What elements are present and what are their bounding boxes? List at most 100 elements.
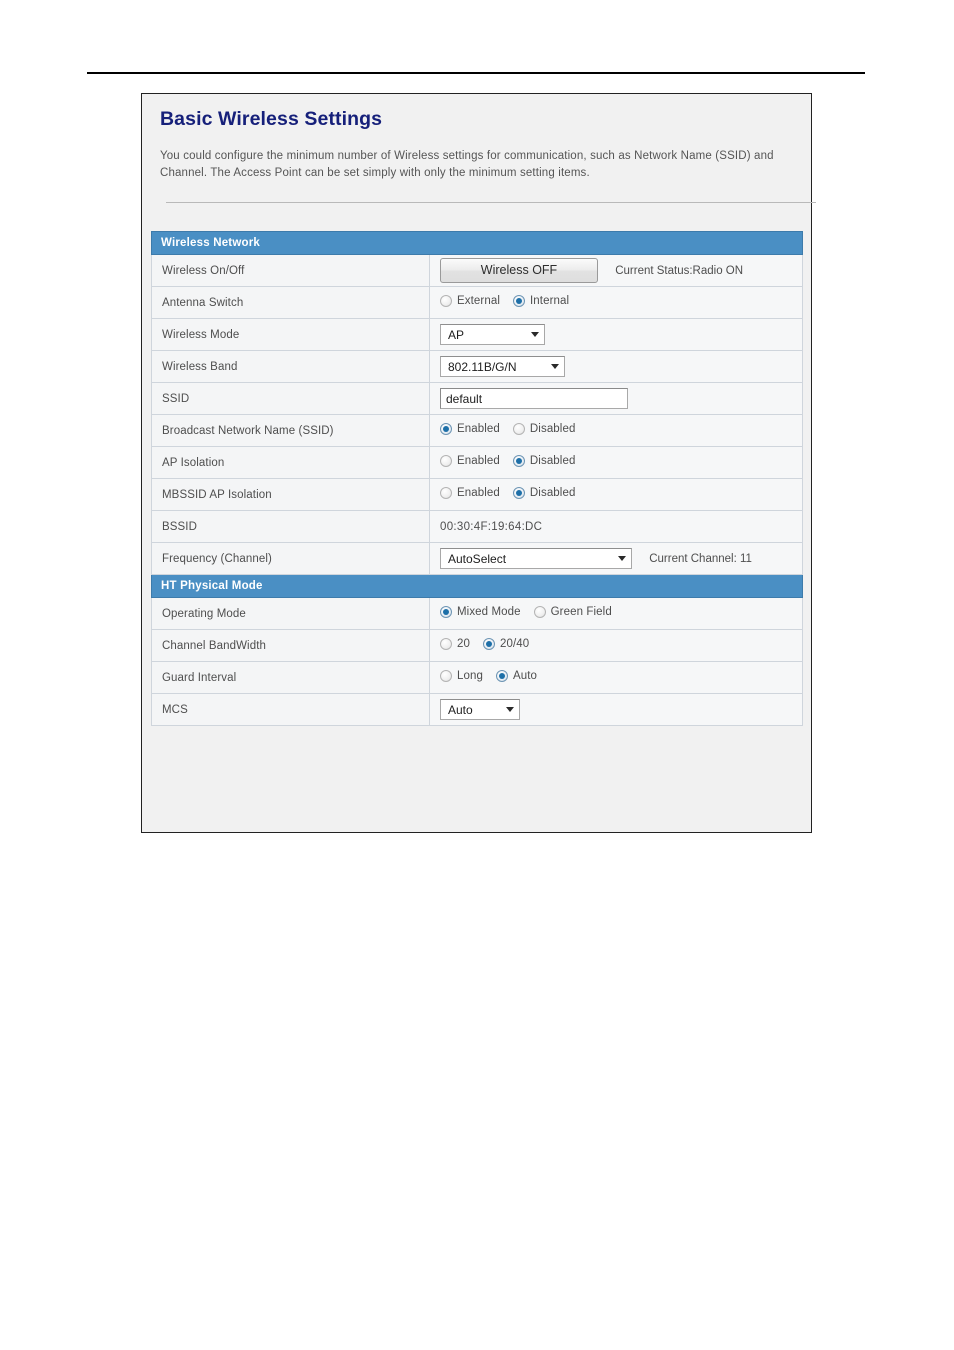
value-ssid: default: [429, 382, 803, 416]
header-divider: [166, 202, 816, 204]
value-channel-bandwidth: 20 20/40: [429, 629, 803, 663]
radio-icon-disabled[interactable]: [512, 455, 525, 468]
chevron-down-icon: [531, 332, 539, 338]
antenna-switch-label-external: External: [457, 295, 500, 308]
row-wireless-mode: Wireless Mode AP: [151, 318, 803, 352]
label-frequency-channel: Frequency (Channel): [151, 542, 430, 576]
radio-icon-external[interactable]: [440, 295, 452, 308]
antenna-switch-label-internal: Internal: [530, 295, 570, 308]
section-title-ht-physical-mode: HT Physical Mode: [151, 574, 803, 599]
channel-bandwidth-label-20: 20: [457, 638, 470, 651]
panel-header: Basic Wireless Settings You could config…: [142, 94, 816, 204]
radio-icon-internal[interactable]: [513, 295, 525, 308]
value-wireless-mode: AP: [429, 318, 803, 352]
value-antenna-switch: External Internal: [429, 286, 803, 320]
channel-bandwidth-option-20-40[interactable]: 20/40: [483, 638, 530, 651]
row-broadcast-ssid: Broadcast Network Name (SSID) Enabled Di…: [151, 414, 803, 448]
antenna-switch-option-external[interactable]: External: [440, 295, 500, 308]
mbssid-ap-isolation-option-enabled[interactable]: Enabled: [440, 487, 500, 500]
current-channel-note: Current Channel: 11: [649, 552, 752, 565]
radio-icon-enabled[interactable]: [440, 455, 452, 468]
ap-isolation-label-enabled: Enabled: [457, 455, 500, 468]
value-mbssid-ap-isolation: Enabled Disabled: [429, 478, 803, 512]
channel-bandwidth-label-20-40: 20/40: [500, 638, 530, 651]
label-wireless-mode: Wireless Mode: [151, 318, 430, 352]
label-mcs: MCS: [151, 693, 430, 727]
radio-icon-disabled[interactable]: [512, 487, 525, 500]
mcs-selected-value: Auto: [448, 702, 473, 717]
value-mcs: Auto: [429, 693, 803, 727]
guard-interval-radio-group: Long Auto: [440, 670, 538, 683]
section-header-wireless-network: Wireless Network: [151, 231, 803, 256]
row-ap-isolation: AP Isolation Enabled Disabled: [151, 446, 803, 480]
label-operating-mode: Operating Mode: [151, 597, 430, 631]
operating-mode-radio-group: Mixed Mode Green Field: [440, 606, 612, 619]
frequency-channel-select[interactable]: AutoSelect: [440, 548, 632, 570]
label-channel-bandwidth: Channel BandWidth: [151, 629, 430, 663]
antenna-switch-option-internal[interactable]: Internal: [513, 295, 570, 308]
label-broadcast-ssid: Broadcast Network Name (SSID): [151, 414, 430, 448]
wireless-settings-table: Wireless Network Wireless On/Off Wireles…: [151, 231, 803, 727]
wireless-mode-select[interactable]: AP: [440, 324, 545, 346]
antenna-switch-radio-group: External Internal: [440, 295, 570, 308]
bssid-value: 00:30:4F:19:64:DC: [440, 520, 543, 533]
wireless-radio-status: Current Status:Radio ON: [615, 265, 744, 278]
broadcast-ssid-option-disabled[interactable]: Disabled: [512, 423, 576, 436]
guard-interval-label-auto: Auto: [512, 670, 538, 683]
row-ssid: SSID default: [151, 382, 803, 416]
value-guard-interval: Long Auto: [429, 661, 803, 695]
value-operating-mode: Mixed Mode Green Field: [429, 597, 803, 631]
ap-isolation-option-enabled[interactable]: Enabled: [440, 455, 500, 468]
admin-panel-body: Basic Wireless Settings You could config…: [142, 94, 816, 832]
radio-icon-green-field[interactable]: [533, 606, 546, 619]
row-bssid: BSSID 00:30:4F:19:64:DC: [151, 510, 803, 544]
value-broadcast-ssid: Enabled Disabled: [429, 414, 803, 448]
row-wireless-band: Wireless Band 802.11B/G/N: [151, 350, 803, 384]
radio-icon-auto[interactable]: [495, 670, 508, 683]
wireless-band-selected-value: 802.11B/G/N: [448, 359, 517, 374]
row-mbssid-ap-isolation: MBSSID AP Isolation Enabled Disabled: [151, 478, 803, 512]
ap-isolation-radio-group: Enabled Disabled: [440, 455, 576, 468]
ap-isolation-option-disabled[interactable]: Disabled: [512, 455, 576, 468]
guard-interval-label-long: Long: [457, 670, 483, 683]
wireless-mode-selected-value: AP: [448, 327, 465, 342]
radio-icon-disabled[interactable]: [512, 423, 525, 436]
ssid-input[interactable]: default: [440, 388, 628, 410]
operating-mode-option-green-field[interactable]: Green Field: [533, 606, 612, 619]
operating-mode-option-mixed[interactable]: Mixed Mode: [440, 606, 521, 619]
radio-icon-bandwidth-20[interactable]: [440, 638, 452, 651]
radio-icon-enabled[interactable]: [440, 423, 452, 436]
mcs-select[interactable]: Auto: [440, 699, 520, 721]
wireless-off-button[interactable]: Wireless OFF: [440, 258, 598, 284]
radio-icon-enabled[interactable]: [440, 487, 452, 500]
row-mcs: MCS Auto: [151, 693, 803, 727]
chevron-down-icon: [551, 364, 559, 370]
value-bssid: 00:30:4F:19:64:DC: [429, 510, 803, 544]
radio-icon-bandwidth-20-40[interactable]: [483, 638, 495, 651]
broadcast-ssid-label-disabled: Disabled: [529, 423, 576, 436]
row-operating-mode: Operating Mode Mixed Mode Green Field: [151, 597, 803, 631]
broadcast-ssid-option-enabled[interactable]: Enabled: [440, 423, 500, 436]
page-title: Basic Wireless Settings: [160, 108, 383, 130]
value-wireless-on-off: Wireless OFF Current Status:Radio ON: [429, 254, 803, 288]
radio-icon-long[interactable]: [440, 670, 452, 683]
label-mbssid-ap-isolation: MBSSID AP Isolation: [151, 478, 430, 512]
channel-bandwidth-option-20[interactable]: 20: [440, 638, 470, 651]
radio-icon-mixed-mode[interactable]: [440, 606, 452, 619]
label-ap-isolation: AP Isolation: [151, 446, 430, 480]
row-wireless-on-off: Wireless On/Off Wireless OFF Current Sta…: [151, 254, 803, 288]
row-frequency-channel: Frequency (Channel) AutoSelect Current C…: [151, 542, 803, 576]
mbssid-ap-isolation-label-disabled: Disabled: [529, 487, 576, 500]
operating-mode-label-green-field: Green Field: [550, 606, 612, 619]
broadcast-ssid-label-enabled: Enabled: [457, 423, 500, 436]
value-ap-isolation: Enabled Disabled: [429, 446, 803, 480]
guard-interval-option-auto[interactable]: Auto: [495, 670, 538, 683]
row-channel-bandwidth: Channel BandWidth 20 20/40: [151, 629, 803, 663]
guard-interval-option-long[interactable]: Long: [440, 670, 483, 683]
label-bssid: BSSID: [151, 510, 430, 544]
label-antenna-switch: Antenna Switch: [151, 286, 430, 320]
section-title-wireless-network: Wireless Network: [151, 231, 803, 256]
label-guard-interval: Guard Interval: [151, 661, 430, 695]
wireless-band-select[interactable]: 802.11B/G/N: [440, 356, 565, 378]
mbssid-ap-isolation-option-disabled[interactable]: Disabled: [512, 487, 576, 500]
